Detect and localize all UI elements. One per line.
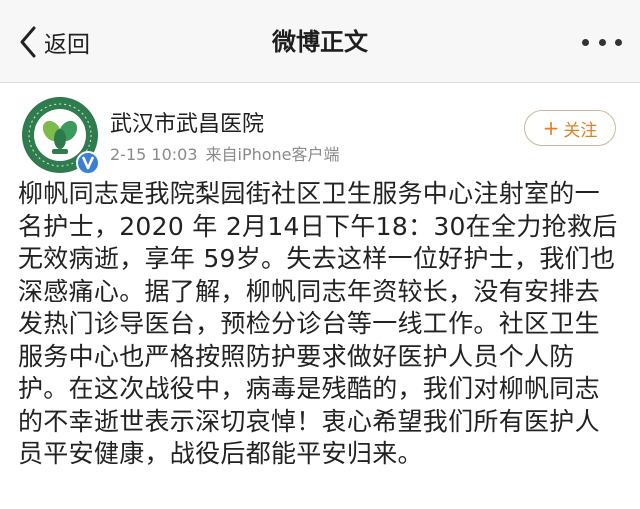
follow-label: 关注 <box>563 120 598 141</box>
follow-button[interactable]: + 关注 <box>524 110 616 146</box>
author-name[interactable]: 武汉市武昌医院 <box>110 106 264 138</box>
post-time: 2-15 10:03 <box>110 145 198 164</box>
post-text-line: 名护士，2020 年 2月14日下午18：30在全力抢救后 <box>18 211 618 241</box>
post-text-line: 发热门诊导医台，预检分诊台等一线工作。社区卫生 <box>18 309 600 338</box>
post-text: 柳帆同志是我院梨园街社区卫生服务中心注射室的一 名护士，2020 年 2月14日… <box>18 178 624 471</box>
post-text-line: 柳帆同志是我院梨园街社区卫生服务中心注射室的一 <box>18 179 600 208</box>
plus-icon: + <box>542 116 560 140</box>
post-text-line: 无效病逝，享年 59岁。失去这样一位好护士，我们也 <box>18 244 616 273</box>
verified-badge-icon <box>76 151 100 175</box>
post-text-line: 的不幸逝世表示深切哀悼！衷心希望我们所有医护人 <box>18 406 600 436</box>
more-dots-icon[interactable] <box>582 30 622 54</box>
post-source: 来自iPhone客户端 <box>205 145 340 164</box>
author-avatar[interactable] <box>22 97 100 175</box>
post-text-line: 护。在这次战役中，病毒是残酷的，我们对柳帆同志 <box>18 374 600 403</box>
post-text-line: 服务中心也严格按照防护要求做好医护人员个人防 <box>18 341 575 371</box>
post-text-line: 深感痛心。据了解，柳帆同志年资较长，没有安排去 <box>18 276 600 306</box>
page-title: 微博正文 <box>272 28 368 56</box>
top-navigation-bar: 返回 微博正文 <box>0 0 640 83</box>
post-text-line: 员平安健康，战役后都能平安归来。 <box>18 439 423 468</box>
post-meta: 2-15 10:03 来自iPhone客户端 <box>110 141 340 165</box>
